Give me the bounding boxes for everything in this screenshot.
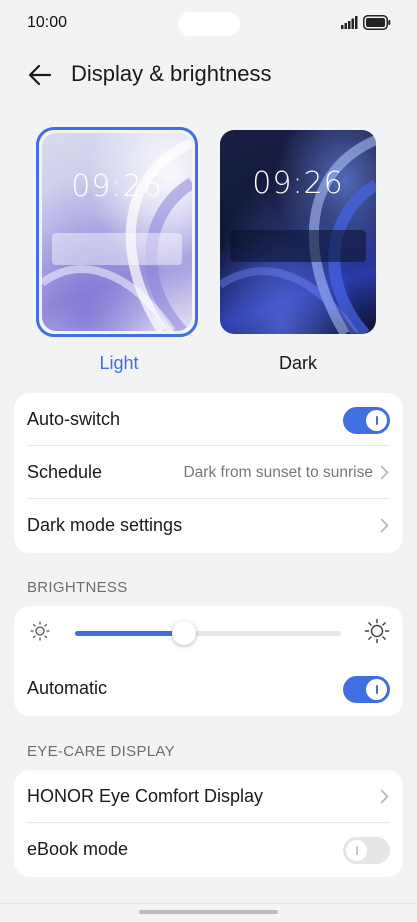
theme-label-dark[interactable]: Dark	[217, 353, 379, 374]
page-header: Display & brightness	[0, 52, 417, 96]
auto-switch-label: Auto-switch	[27, 409, 121, 429]
schedule-value: Dark from sunset to sunrise	[183, 464, 373, 481]
mode-settings-card: Auto-switch Schedule Dark from sunset to…	[14, 393, 403, 553]
ebook-mode-label: eBook mode	[27, 839, 129, 859]
ebook-mode-row[interactable]: eBook mode	[14, 823, 403, 876]
sun-small-icon	[30, 621, 50, 641]
theme-option-dark[interactable]: 09:26	[217, 127, 379, 337]
brightness-slider-row	[14, 606, 403, 662]
sun-large-icon	[364, 618, 390, 644]
chevron-right-icon	[380, 518, 389, 533]
status-bar: 10:00	[0, 0, 417, 48]
toggle-knob	[346, 840, 367, 861]
preview-widget	[52, 233, 182, 265]
automatic-brightness-row[interactable]: Automatic	[14, 662, 403, 715]
brightness-slider[interactable]	[75, 631, 341, 636]
toggle-knob	[366, 410, 387, 431]
dark-mode-settings-label: Dark mode settings	[27, 515, 183, 535]
toggle-knob	[366, 679, 387, 700]
back-arrow-icon[interactable]	[26, 61, 54, 89]
wallpaper-swoosh-icon	[42, 138, 192, 331]
schedule-row[interactable]: Schedule Dark from sunset to sunrise	[14, 446, 403, 499]
honor-eye-comfort-row[interactable]: HONOR Eye Comfort Display	[14, 770, 403, 823]
toggle-mark-icon	[375, 416, 378, 425]
honor-eye-comfort-label: HONOR Eye Comfort Display	[27, 786, 264, 806]
automatic-brightness-toggle[interactable]	[343, 676, 390, 703]
eye-care-heading: EYE-CARE DISPLAY	[27, 743, 175, 760]
chevron-right-icon	[380, 789, 389, 804]
auto-switch-toggle[interactable]	[343, 407, 390, 434]
theme-option-light[interactable]: 09:26	[36, 127, 198, 337]
status-time: 10:00	[27, 14, 68, 31]
automatic-brightness-label: Automatic	[27, 678, 108, 698]
ebook-mode-toggle[interactable]	[343, 837, 390, 864]
toggle-mark-icon	[355, 846, 358, 855]
preview-widget	[230, 230, 366, 262]
battery-icon	[363, 15, 391, 30]
toggle-mark-icon	[375, 685, 378, 694]
theme-label-light[interactable]: Light	[38, 353, 200, 374]
home-indicator[interactable]	[139, 910, 278, 914]
brightness-heading: BRIGHTNESS	[27, 579, 128, 596]
auto-switch-row[interactable]: Auto-switch	[14, 393, 403, 446]
bottom-divider	[0, 903, 417, 904]
dark-theme-preview: 09:26	[220, 130, 376, 334]
dark-mode-settings-row[interactable]: Dark mode settings	[14, 499, 403, 552]
schedule-label: Schedule	[27, 462, 103, 482]
preview-clock: 09:26	[252, 166, 344, 201]
chevron-right-icon	[380, 465, 389, 480]
page-title: Display & brightness	[71, 61, 272, 86]
signal-icon	[341, 16, 358, 29]
brightness-slider-handle[interactable]	[172, 621, 197, 645]
eye-care-card: HONOR Eye Comfort Display eBook mode	[14, 770, 403, 877]
brightness-card: Automatic	[14, 606, 403, 716]
light-theme-preview: 09:26	[42, 133, 192, 331]
preview-clock: 09:26	[71, 169, 163, 204]
camera-pill	[178, 12, 240, 36]
brightness-slider-fill	[75, 631, 185, 636]
